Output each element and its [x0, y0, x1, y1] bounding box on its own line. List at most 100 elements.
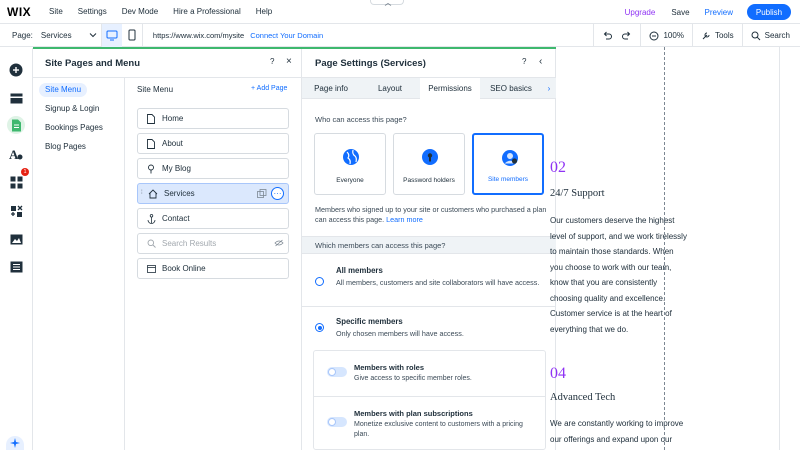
wix-logo[interactable]: WIX	[7, 5, 43, 19]
zoom-button[interactable]: 100%	[640, 24, 691, 47]
card-label: Password holders	[403, 177, 455, 184]
member-icon	[502, 150, 518, 166]
menu-help[interactable]: Help	[256, 7, 272, 16]
menu-site[interactable]: Site	[49, 7, 63, 16]
access-card-password-holders[interactable]: Password holders	[393, 133, 465, 195]
page-item-about[interactable]: About	[137, 133, 289, 154]
all-members-description: All members, customers and site collabor…	[336, 278, 540, 287]
page-item-book-online[interactable]: Book Online	[137, 258, 289, 279]
business-button[interactable]	[8, 203, 24, 219]
help-icon[interactable]: ?	[270, 57, 274, 66]
search-icon	[751, 31, 760, 40]
save-button[interactable]: Save	[671, 8, 689, 17]
access-card-everyone[interactable]: Everyone	[314, 133, 386, 195]
site-canvas[interactable]: 02 24/7 Support Our customers deserve th…	[550, 47, 800, 450]
close-icon[interactable]: ×	[286, 56, 292, 67]
chevron-up-icon	[384, 3, 392, 6]
sections-button[interactable]	[8, 90, 24, 106]
preview-button[interactable]: Preview	[705, 8, 733, 17]
lock-icon	[422, 149, 438, 165]
calendar-icon	[146, 264, 156, 273]
anchor-icon	[146, 213, 156, 224]
access-description-text: Members who signed up to your site or cu…	[315, 205, 547, 224]
page-icon	[11, 119, 21, 131]
svg-text:A: A	[9, 148, 19, 161]
design-icon: A	[9, 148, 23, 161]
menu-hire-professional[interactable]: Hire a Professional	[173, 7, 241, 16]
collapse-handle[interactable]	[370, 0, 404, 6]
who-can-access-label: Who can access this page?	[315, 115, 407, 124]
grid-guide-line	[779, 47, 780, 450]
specific-members-title: Specific members	[336, 317, 403, 326]
add-page-button[interactable]: + Add Page	[251, 85, 287, 92]
section-heading: 24/7 Support	[550, 188, 605, 199]
page-item-actions	[274, 239, 284, 247]
menu-dev-mode[interactable]: Dev Mode	[122, 7, 158, 16]
tools-icon	[702, 32, 710, 39]
left-rail: A 1	[0, 48, 33, 450]
settings-tabs: Page info Layout Permissions SEO basics …	[302, 77, 556, 99]
section-number: 02	[550, 159, 566, 176]
connect-domain-link[interactable]: Connect Your Domain	[250, 31, 323, 40]
members-with-roles-toggle[interactable]	[327, 367, 347, 377]
page-dropdown[interactable]: Services	[41, 31, 101, 40]
chevron-down-icon	[89, 33, 97, 38]
design-button[interactable]: A	[8, 146, 24, 162]
menu-settings[interactable]: Settings	[78, 7, 107, 16]
pages-button[interactable]	[7, 116, 25, 134]
members-with-plans-toggle[interactable]	[327, 417, 347, 427]
page-item-contact[interactable]: Contact	[137, 208, 289, 229]
page-item-my-blog[interactable]: My Blog	[137, 158, 289, 179]
section-paragraph: We are constantly working to improve our…	[550, 419, 684, 444]
access-card-site-members[interactable]: Site members	[472, 133, 544, 195]
undo-icon[interactable]	[602, 31, 613, 40]
panel-accent-line	[302, 47, 556, 49]
upgrade-link[interactable]: Upgrade	[625, 8, 656, 17]
page-item-home[interactable]: Home	[137, 108, 289, 129]
drag-handle-icon[interactable]: ⁞	[141, 190, 143, 196]
media-button[interactable]	[8, 231, 24, 247]
search-icon	[146, 239, 156, 248]
page-item-search-results[interactable]: Search Results	[137, 233, 289, 254]
business-icon	[10, 205, 22, 217]
section-paragraph: Our customers deserve the highest level …	[550, 216, 687, 334]
mobile-view-button[interactable]	[122, 24, 142, 47]
member-options-box: Members with roles Give access to specif…	[313, 350, 546, 450]
tab-seo-basics[interactable]: SEO basics	[480, 78, 542, 99]
tab-permissions[interactable]: Permissions	[420, 78, 480, 99]
cms-button[interactable]	[8, 259, 24, 275]
page-item-label: Book Online	[162, 264, 206, 273]
page-item-label: Search Results	[162, 239, 217, 248]
tools-button[interactable]: Tools	[691, 24, 742, 47]
panel-title: Site Pages and Menu	[45, 58, 141, 69]
tab-layout[interactable]: Layout	[360, 78, 420, 99]
ai-assistant-button[interactable]	[6, 436, 24, 450]
nav-site-menu[interactable]: Site Menu	[39, 83, 88, 97]
duplicate-icon[interactable]	[257, 189, 267, 198]
tab-page-info[interactable]: Page info	[302, 78, 360, 99]
search-button[interactable]: Search	[741, 24, 800, 47]
redo-icon[interactable]	[622, 31, 632, 40]
publish-button[interactable]: Publish	[747, 4, 791, 20]
page-label: Page:	[12, 30, 33, 40]
tools-label: Tools	[714, 31, 734, 40]
add-elements-button[interactable]	[8, 62, 24, 78]
apps-button[interactable]: 1	[8, 168, 29, 190]
page-item-services[interactable]: ⁞ Services ···	[137, 183, 289, 204]
site-menu-heading: Site Menu	[137, 85, 174, 94]
nav-blog-pages[interactable]: Blog Pages	[39, 140, 92, 154]
more-actions-button[interactable]: ···	[271, 187, 284, 200]
help-icon[interactable]: ?	[522, 57, 526, 66]
tabs-next-icon[interactable]: ›	[542, 78, 556, 99]
specific-members-radio[interactable]	[315, 323, 324, 332]
site-pages-panel: Site Pages and Menu ? × Site Menu Signup…	[33, 47, 302, 450]
nav-signup-login[interactable]: Signup & Login	[39, 102, 105, 116]
learn-more-link[interactable]: Learn more	[386, 215, 423, 224]
members-with-plans-title: Members with plan subscriptions	[354, 409, 473, 418]
card-label: Everyone	[336, 177, 364, 184]
desktop-view-button[interactable]	[101, 23, 122, 47]
back-chevron-icon[interactable]: ‹	[539, 56, 542, 67]
page-settings-panel: Page Settings (Services) ? ‹ Page info L…	[302, 47, 556, 450]
all-members-radio[interactable]	[315, 277, 324, 286]
nav-bookings-pages[interactable]: Bookings Pages	[39, 121, 109, 135]
